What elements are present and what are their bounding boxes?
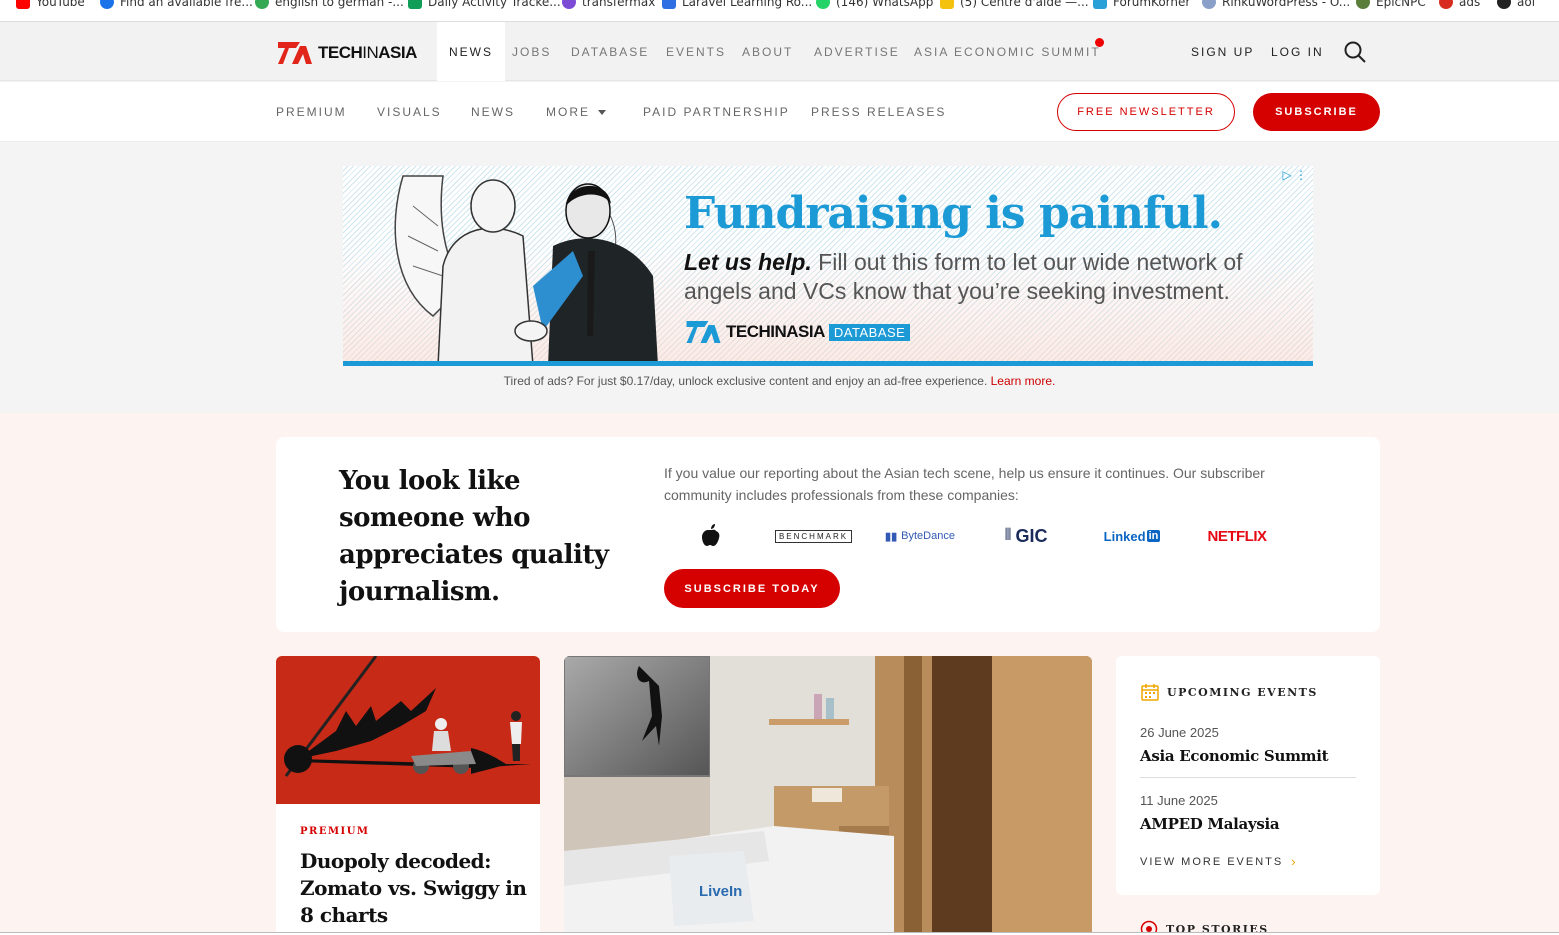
article-card[interactable]: PREMIUM Duopoly decoded: Zomato vs. Swig… xyxy=(276,656,540,935)
divider xyxy=(1140,777,1356,778)
bookmark-youtube[interactable]: YouTube xyxy=(16,0,85,10)
nav-tab-events[interactable]: EVENTS xyxy=(666,22,726,81)
ad-choices-icon[interactable]: ▷ ⋮ xyxy=(1282,168,1307,182)
notification-dot xyxy=(1095,38,1104,47)
nav-tab-database[interactable]: DATABASE xyxy=(571,22,649,81)
chevron-right-icon: › xyxy=(1291,854,1298,869)
promo-title: You look like someone who appreciates qu… xyxy=(339,466,609,607)
google-icon xyxy=(255,0,269,9)
handshake-illustration xyxy=(394,175,658,366)
ad-accent-bar xyxy=(343,361,1313,366)
forumkorner-icon xyxy=(1093,0,1107,9)
subnav-more[interactable]: MORE xyxy=(546,82,606,142)
event-name-link[interactable]: AMPED Malaysia xyxy=(1140,815,1280,833)
docs-icon xyxy=(662,0,676,9)
event-name-link[interactable]: Asia Economic Summit xyxy=(1140,747,1329,765)
bookmark-centre-aide[interactable]: (5) Centre d'aide —... xyxy=(940,0,1089,10)
sign-up-link[interactable]: SIGN UP xyxy=(1191,22,1254,81)
log-in-link[interactable]: LOG IN xyxy=(1271,22,1324,81)
linkedin-logo: Linked in xyxy=(1103,528,1161,544)
nav-tab-jobs[interactable]: JOBS xyxy=(512,22,551,81)
main-navigation: TECHINASIA NEWS JOBS DATABASE EVENTS ABO… xyxy=(0,22,1559,81)
ad-section: ▷ ⋮ Fundraising is painful. Let us help.… xyxy=(0,142,1559,413)
article-image xyxy=(276,656,540,804)
techinasia-logo-icon xyxy=(686,321,721,343)
epicnpc-icon xyxy=(1356,0,1370,9)
search-icon[interactable] xyxy=(1343,40,1367,64)
subnav-visuals[interactable]: VISUALS xyxy=(377,82,442,142)
promo-text: If you value our reporting about the Asi… xyxy=(664,465,1265,503)
google-icon xyxy=(100,0,114,9)
bookmark-english-german[interactable]: english to german -... xyxy=(255,0,404,10)
netflix-logo: NETFLIX xyxy=(1207,527,1268,545)
content-section: You look like someone who appreciates qu… xyxy=(0,413,1559,935)
network-icon xyxy=(1202,0,1216,9)
secondary-navigation: PREMIUM VISUALS NEWS MORE PAID PARTNERSH… xyxy=(0,82,1559,142)
featured-article-image[interactable]: LiveIn xyxy=(564,656,1092,935)
bytedance-icon: ▮▮ xyxy=(885,530,898,543)
techinasia-logo[interactable]: TECHINASIA xyxy=(276,40,417,66)
youtube-icon xyxy=(16,0,30,9)
nav-tab-news[interactable]: NEWS xyxy=(437,22,505,81)
ad-free-note: Tired of ads? For just $0.17/day, unlock… xyxy=(503,374,1056,388)
bookmark-aol[interactable]: aol xyxy=(1497,0,1535,10)
bookmark-ads[interactable]: ads xyxy=(1439,0,1480,10)
gic-logo: ⦀ GIC xyxy=(1004,525,1048,546)
chevron-down-icon xyxy=(598,109,606,115)
upcoming-events-widget: UPCOMING EVENTS 26 June 2025 Asia Econom… xyxy=(1116,656,1380,895)
bookmark-whatsapp[interactable]: (146) WhatsApp xyxy=(816,0,933,10)
subscribe-today-button[interactable]: SUBSCRIBE TODAY xyxy=(664,569,840,608)
view-more-events-link[interactable]: VIEW MORE EVENTS › xyxy=(1140,854,1298,869)
learn-more-link[interactable]: Learn more. xyxy=(991,374,1056,388)
bookmark-rinkuwordpress[interactable]: RinkuWordPress - O... xyxy=(1202,0,1350,10)
subnav-press-releases[interactable]: PRESS RELEASES xyxy=(811,82,946,142)
event-date: 26 June 2025 xyxy=(1140,725,1219,740)
nav-tab-asia-economic-summit[interactable]: ASIA ECONOMIC SUMMIT xyxy=(914,22,1101,81)
techinasia-logo-icon xyxy=(278,42,312,64)
bookmark-find-available[interactable]: Find an available fre... xyxy=(100,0,253,10)
ad-headline: Fundraising is painful. xyxy=(684,188,1223,239)
ad-body: Let us help. Fill out this form to let o… xyxy=(684,249,1243,304)
ads-icon xyxy=(1439,0,1453,9)
article-kicker: PREMIUM xyxy=(300,826,370,837)
bookmark-epicnpc[interactable]: EpicNPC xyxy=(1356,0,1426,10)
subscribe-button[interactable]: SUBSCRIBE xyxy=(1253,93,1380,131)
aol-icon xyxy=(1497,0,1511,9)
bookmarks-bar: YouTube Find an available fre... english… xyxy=(0,0,1559,22)
bookmark-transfermax[interactable]: transfermax xyxy=(562,0,655,10)
subnav-news[interactable]: NEWS xyxy=(471,82,515,142)
events-heading: UPCOMING EVENTS xyxy=(1140,682,1318,702)
bytedance-logo: ▮▮ ByteDance xyxy=(885,530,955,543)
help-icon xyxy=(940,0,954,9)
subnav-paid-partnership[interactable]: PAID PARTNERSHIP xyxy=(643,82,790,142)
whatsapp-icon xyxy=(816,0,830,9)
nav-tab-advertise[interactable]: ADVERTISE xyxy=(814,22,900,81)
calendar-icon xyxy=(1141,684,1159,701)
benchmark-logo: BENCHMARK xyxy=(774,523,853,549)
bookmark-laravel[interactable]: Laravel Learning Ro... xyxy=(662,0,812,10)
sheets-icon xyxy=(408,0,422,9)
gic-icon: ⦀ xyxy=(1004,527,1012,544)
subnav-premium[interactable]: PREMIUM xyxy=(276,82,347,142)
free-newsletter-button[interactable]: FREE NEWSLETTER xyxy=(1057,93,1235,131)
logo-wordmark: TECHINASIA xyxy=(318,43,417,62)
apple-logo-icon xyxy=(696,523,726,549)
ad-brand-logo: TECHINASIA DATABASE xyxy=(684,319,911,345)
article-title[interactable]: Duopoly decoded: Zomato vs. Swiggy in 8 … xyxy=(300,848,530,929)
event-date: 11 June 2025 xyxy=(1140,793,1218,808)
pillow-logo-text: LiveIn xyxy=(699,883,742,900)
bookmark-daily-activity[interactable]: Daily Activity Tracke... xyxy=(408,0,561,10)
advertisement-banner[interactable]: ▷ ⋮ Fundraising is painful. Let us help.… xyxy=(343,166,1313,366)
nav-tab-about[interactable]: ABOUT xyxy=(742,22,793,81)
bookmark-forumkorner[interactable]: ForumKorner xyxy=(1093,0,1190,10)
transfermax-icon xyxy=(562,0,576,9)
subscription-promo: You look like someone who appreciates qu… xyxy=(276,437,1380,632)
